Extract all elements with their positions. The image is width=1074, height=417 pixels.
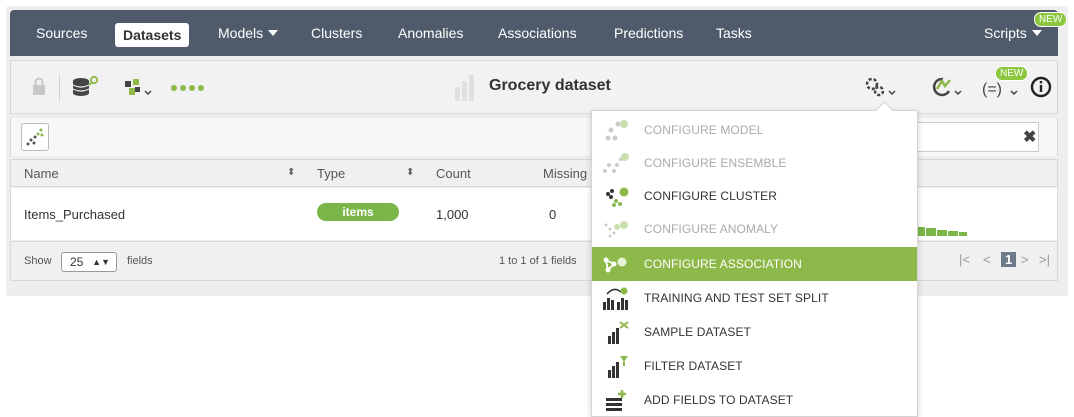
- menu-label: CONFIGURE MODEL: [644, 123, 764, 137]
- filter-dataset-icon: [608, 356, 628, 378]
- sample-dataset-icon: [608, 321, 629, 344]
- new-badge: NEW: [995, 66, 1029, 81]
- page-size-value: 25: [70, 255, 84, 269]
- model-config-icon[interactable]: [121, 75, 155, 99]
- nav-clusters[interactable]: Clusters: [305, 21, 368, 45]
- menu-train-test-split[interactable]: TRAINING AND TEST SET SPLIT: [592, 281, 917, 315]
- menu-label: CONFIGURE CLUSTER: [644, 189, 778, 203]
- header-count[interactable]: Count: [436, 166, 471, 181]
- current-page-number: 1: [1001, 252, 1017, 267]
- menu-configure-association[interactable]: CONFIGURE ASSOCIATION: [592, 247, 917, 281]
- menu-add-fields[interactable]: ADD FIELDS TO DATASET: [592, 383, 917, 417]
- info-icon[interactable]: [1029, 75, 1053, 99]
- top-nav: Sources Datasets Models Clusters Anomali…: [10, 10, 1068, 56]
- chevron-down-icon: [268, 30, 279, 36]
- range-text: 1 to 1 of 1 fields: [499, 255, 577, 267]
- database-search-icon[interactable]: [71, 75, 103, 99]
- batch-prediction-icon[interactable]: [929, 75, 967, 99]
- new-badge: NEW: [1034, 12, 1068, 27]
- chevron-down-icon: [1031, 30, 1042, 36]
- more-dots-icon[interactable]: [169, 75, 209, 99]
- gears-icon[interactable]: [863, 75, 899, 99]
- header-missing[interactable]: Missing: [543, 166, 587, 181]
- menu-label: FILTER DATASET: [644, 359, 743, 373]
- menu-filter-dataset[interactable]: FILTER DATASET: [592, 349, 917, 383]
- menu-label: CONFIGURE ANOMALY: [644, 222, 779, 236]
- header-name[interactable]: Name: [24, 166, 59, 181]
- current-page[interactable]: 1: [1001, 252, 1017, 267]
- next-page-icon[interactable]: >: [1021, 252, 1029, 267]
- configure-dropdown-menu: CONFIGURE MODEL CONFIGURE ENSEMBLE CONFI…: [591, 110, 918, 417]
- menu-configure-model[interactable]: CONFIGURE MODEL: [592, 113, 917, 147]
- nav-associations[interactable]: Associations: [492, 21, 583, 45]
- train-test-split-icon: [603, 287, 628, 310]
- cell-missing: 0: [549, 207, 557, 222]
- search-input[interactable]: [911, 122, 1039, 152]
- type-badge: items: [317, 203, 399, 221]
- nav-sources[interactable]: Sources: [30, 21, 93, 45]
- page-size-select[interactable]: 25 ▲▼: [61, 252, 117, 272]
- first-page-icon[interactable]: |<: [959, 252, 970, 267]
- svg-text:(=): (=): [982, 81, 1002, 98]
- ensemble-icon: [603, 153, 629, 173]
- menu-label: TRAINING AND TEST SET SPLIT: [644, 291, 829, 305]
- menu-configure-ensemble[interactable]: CONFIGURE ENSEMBLE: [592, 146, 917, 180]
- prev-page-icon[interactable]: <: [983, 252, 991, 267]
- cluster-icon: [606, 187, 629, 207]
- menu-label: CONFIGURE ENSEMBLE: [644, 156, 787, 170]
- menu-configure-anomaly[interactable]: CONFIGURE ANOMALY: [592, 212, 917, 246]
- close-icon[interactable]: ✖: [1023, 127, 1036, 147]
- association-icon: [603, 257, 627, 273]
- menu-configure-cluster[interactable]: CONFIGURE CLUSTER: [592, 179, 917, 213]
- dataset-title: Grocery dataset: [489, 77, 611, 94]
- anomaly-icon: [604, 221, 628, 238]
- nav-models-label: Models: [218, 25, 264, 41]
- menu-sample-dataset[interactable]: SAMPLE DATASET: [592, 315, 917, 349]
- menu-label: CONFIGURE ASSOCIATION: [644, 257, 802, 271]
- show-label: Show: [24, 255, 52, 267]
- sort-icon[interactable]: ⬍: [406, 167, 414, 178]
- nav-models[interactable]: Models: [212, 21, 284, 45]
- nav-tasks[interactable]: Tasks: [710, 21, 758, 45]
- scatter-filter-icon: [26, 128, 44, 146]
- cell-count: 1,000: [436, 207, 469, 222]
- sort-icon[interactable]: ⬍: [287, 167, 295, 178]
- toolbar-divider: [59, 75, 60, 101]
- menu-label: SAMPLE DATASET: [644, 325, 751, 339]
- fields-label: fields: [127, 255, 153, 267]
- filter-button[interactable]: [21, 123, 49, 151]
- model-tree-icon: [605, 120, 628, 141]
- nav-scripts-label: Scripts: [984, 25, 1027, 41]
- lock-icon[interactable]: [27, 75, 51, 99]
- nav-datasets[interactable]: Datasets: [115, 23, 190, 47]
- chevron-updown-icon: ▲▼: [92, 257, 110, 267]
- nav-predictions[interactable]: Predictions: [608, 21, 689, 45]
- menu-label: ADD FIELDS TO DATASET: [644, 393, 794, 407]
- dataset-toolbar: Grocery dataset (=) NEW: [10, 60, 1058, 114]
- nav-anomalies[interactable]: Anomalies: [392, 21, 469, 45]
- add-fields-icon: [606, 390, 626, 411]
- cell-name: Items_Purchased: [24, 207, 126, 222]
- last-page-icon[interactable]: >|: [1039, 252, 1050, 267]
- header-type[interactable]: Type: [317, 166, 345, 181]
- dataset-bars-icon: [455, 75, 474, 101]
